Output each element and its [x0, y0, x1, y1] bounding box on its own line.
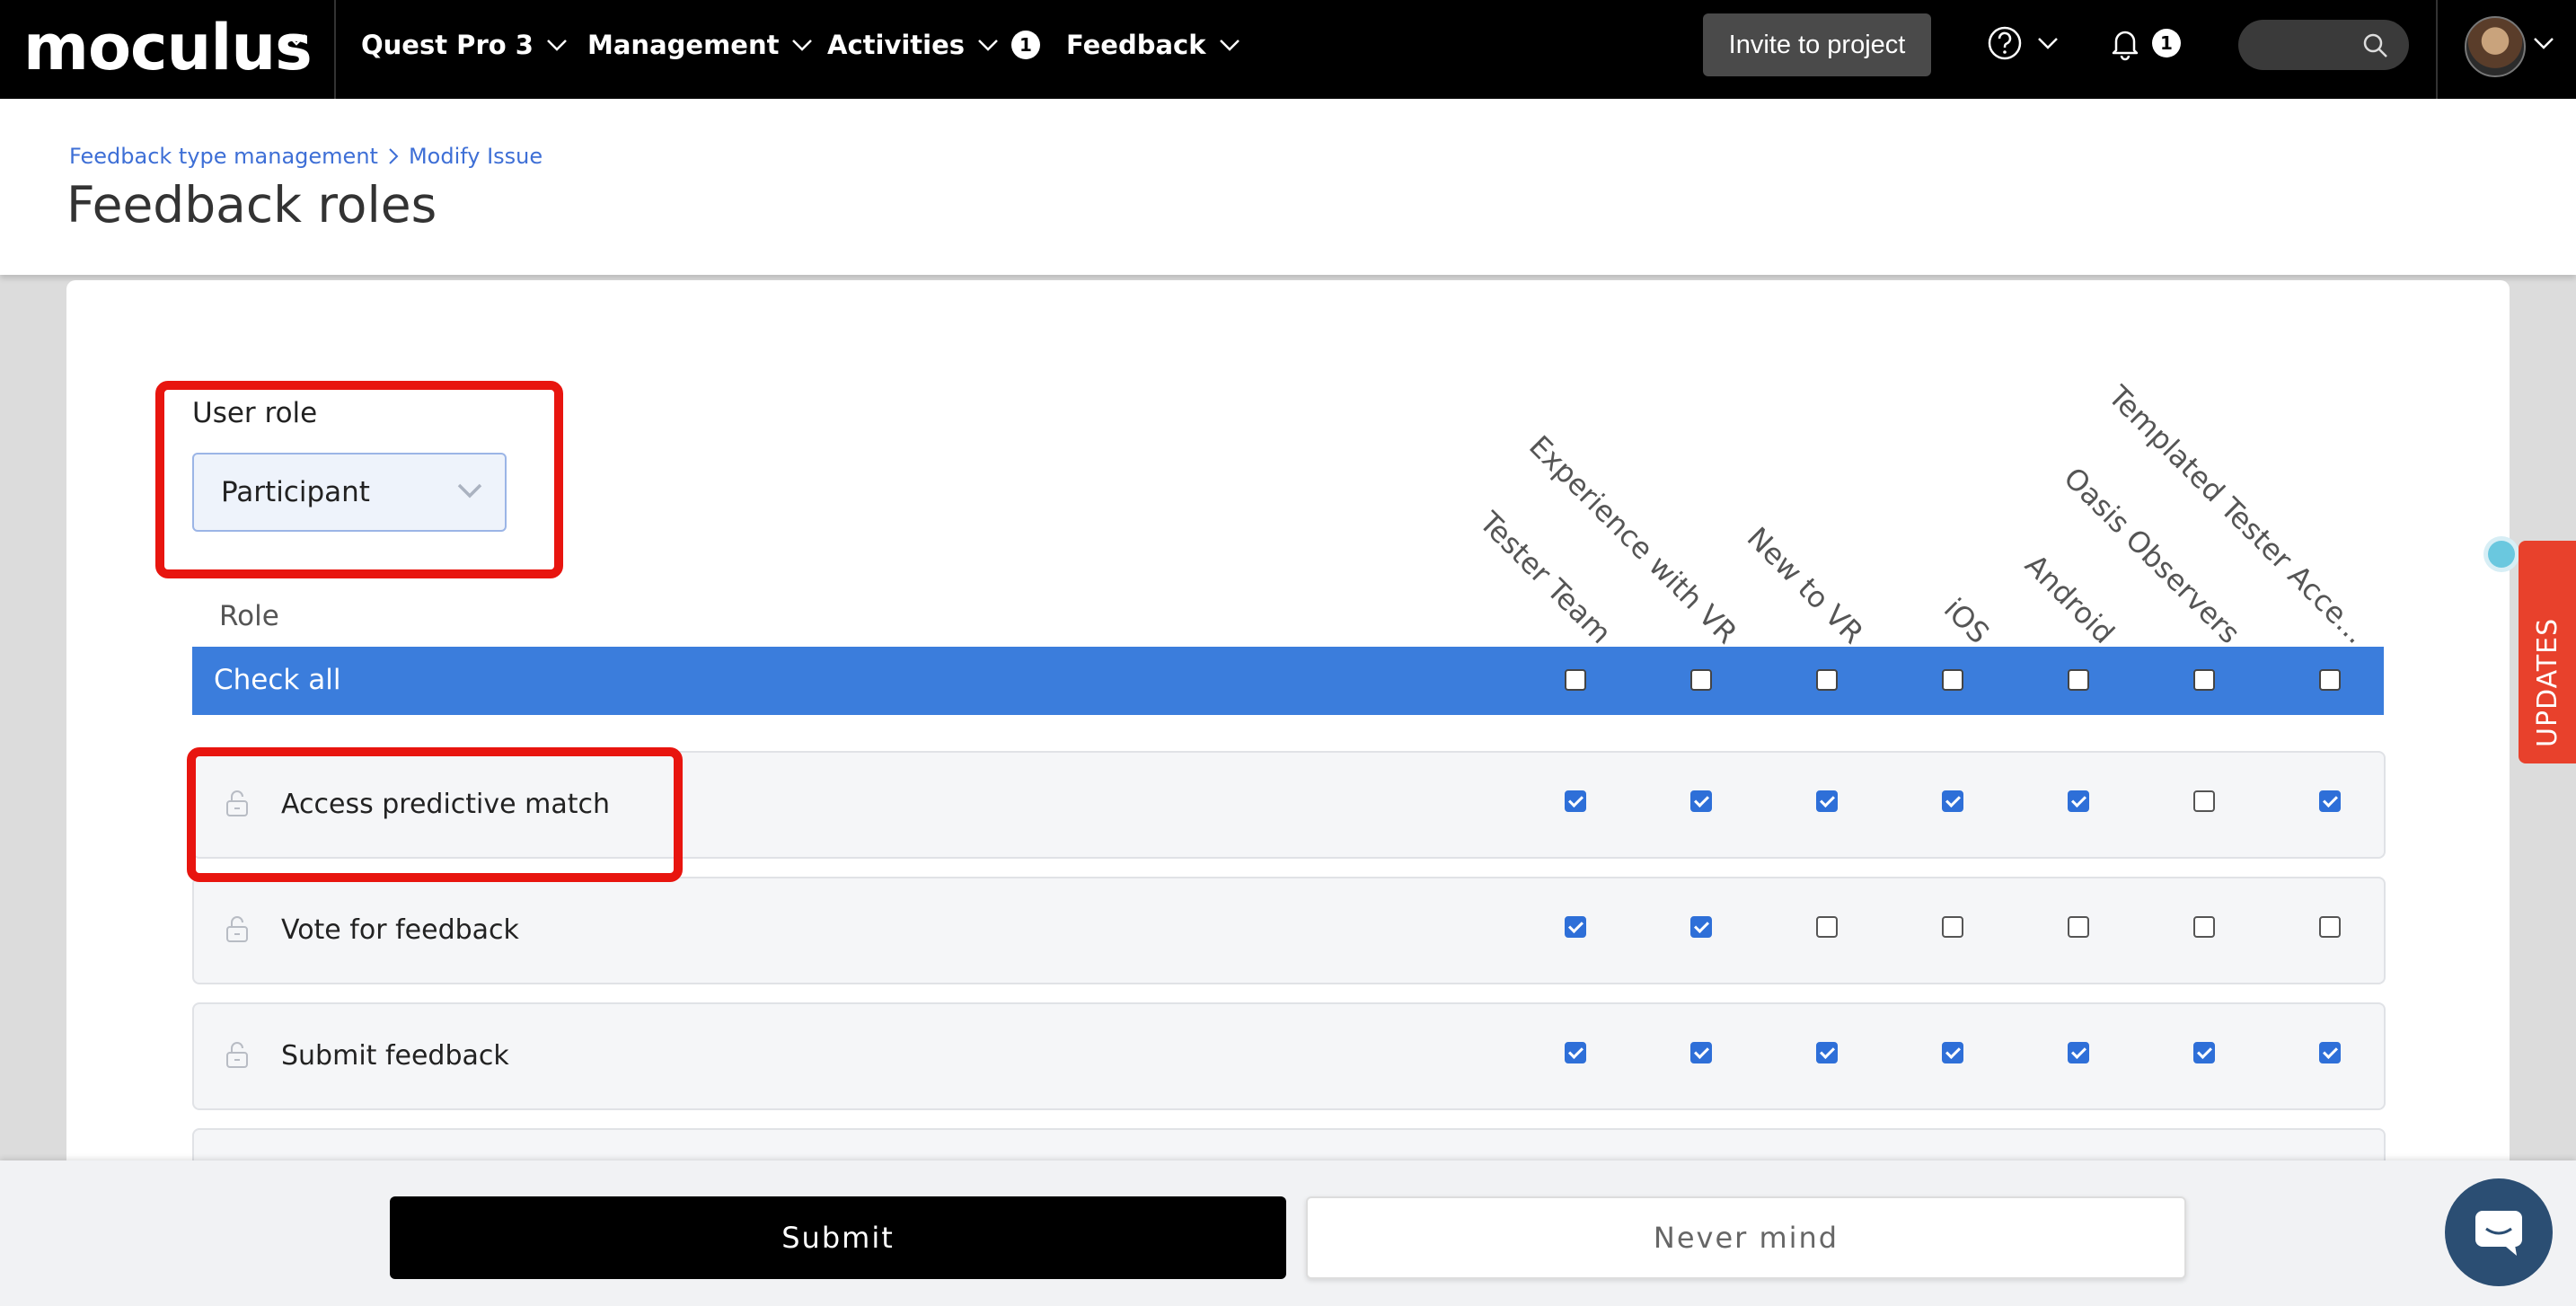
- permission-checkbox-tester-team[interactable]: [1565, 916, 1586, 938]
- logo[interactable]: moculus: [23, 7, 313, 88]
- search-icon: [2363, 33, 2387, 57]
- permission-checkbox-new-to-vr[interactable]: [1816, 790, 1838, 812]
- highlight-box: [187, 747, 683, 882]
- check-all-checkbox-templated-tester[interactable]: [2319, 669, 2341, 691]
- permission-checkbox-templated-tester[interactable]: [2319, 1042, 2341, 1063]
- nav-item-label: Activities: [827, 30, 966, 60]
- check-all-checkbox-ios[interactable]: [1942, 669, 1963, 691]
- nav-item-label: Quest Pro 3: [361, 30, 534, 60]
- check-all-checkbox-experience-with-vr[interactable]: [1690, 669, 1712, 691]
- top-navbar: moculus Quest Pro 3 Management Activitie…: [0, 0, 2576, 99]
- chat-button[interactable]: [2445, 1178, 2553, 1286]
- permission-checkbox-oasis-observers[interactable]: [2193, 916, 2215, 938]
- permission-checkbox-templated-tester[interactable]: [2319, 916, 2341, 938]
- check-all-row: Check all: [192, 647, 2384, 715]
- permission-checkbox-tester-team[interactable]: [1565, 790, 1586, 812]
- invite-to-project-button[interactable]: Invite to project: [1703, 13, 1931, 76]
- breadcrumb: Feedback type management Modify Issue: [69, 144, 543, 169]
- permission-label: Vote for feedback: [281, 914, 519, 946]
- activities-badge: 1: [1011, 31, 1041, 59]
- check-all-label: Check all: [214, 664, 341, 696]
- highlight-box: [155, 381, 563, 578]
- permission-checkbox-oasis-observers[interactable]: [2193, 790, 2215, 812]
- breadcrumb-link-modify-issue[interactable]: Modify Issue: [409, 144, 543, 169]
- permission-checkbox-ios[interactable]: [1942, 1042, 1963, 1063]
- breadcrumb-link-feedback-types[interactable]: Feedback type management: [69, 144, 378, 169]
- updates-label: UPDATES: [2531, 617, 2563, 747]
- nav-item-label: Management: [587, 30, 780, 60]
- footer-bar: Submit Never mind: [0, 1160, 2576, 1306]
- chevron-right-icon: [389, 148, 399, 164]
- permission-checkbox-ios[interactable]: [1942, 916, 1963, 938]
- check-all-checkbox-oasis-observers[interactable]: [2193, 669, 2215, 691]
- updates-tab-label: UPDATES: [2532, 525, 2563, 747]
- permission-checkbox-ios[interactable]: [1942, 790, 1963, 812]
- chevron-down-icon[interactable]: [2533, 36, 2554, 50]
- bell-icon: [2112, 31, 2139, 61]
- page-title: Feedback roles: [66, 176, 437, 234]
- check-all-checkbox-tester-team[interactable]: [1565, 669, 1586, 691]
- nav-item-activities[interactable]: Activities 1: [827, 0, 1041, 90]
- search-input[interactable]: [2238, 20, 2409, 70]
- permission-checkbox-templated-tester[interactable]: [2319, 790, 2341, 812]
- avatar[interactable]: [2465, 16, 2526, 77]
- nav-divider: [2436, 0, 2438, 99]
- permission-checkbox-experience-with-vr[interactable]: [1690, 1042, 1712, 1063]
- help-icon: [1988, 26, 2022, 60]
- status-dot: [2488, 541, 2515, 568]
- check-all-checkbox-android[interactable]: [2068, 669, 2089, 691]
- help-menu[interactable]: [1987, 25, 2059, 61]
- permission-checkbox-tester-team[interactable]: [1565, 1042, 1586, 1063]
- permission-checkbox-android[interactable]: [2068, 916, 2089, 938]
- chevron-down-icon: [2038, 38, 2058, 49]
- permission-row-submit-feedback: Submit feedback: [192, 1002, 2386, 1110]
- nav-divider: [334, 0, 336, 99]
- notifications-button[interactable]: 1: [2107, 25, 2181, 61]
- permission-checkbox-oasis-observers[interactable]: [2193, 1042, 2215, 1063]
- nav-item-project[interactable]: Quest Pro 3: [361, 0, 568, 90]
- never-mind-button[interactable]: Never mind: [1306, 1196, 2186, 1279]
- permission-row-vote-for-feedback: Vote for feedback: [192, 877, 2386, 984]
- chevron-down-icon: [547, 40, 567, 51]
- nav-item-management[interactable]: Management: [587, 0, 813, 90]
- chat-icon: [2475, 1211, 2522, 1256]
- chevron-down-icon: [978, 40, 998, 51]
- unlock-icon: [226, 1042, 248, 1068]
- permission-checkbox-experience-with-vr[interactable]: [1690, 916, 1712, 938]
- permission-checkbox-experience-with-vr[interactable]: [1690, 790, 1712, 812]
- permission-label: Submit feedback: [281, 1040, 509, 1072]
- unlock-icon: [226, 916, 248, 942]
- permission-checkbox-android[interactable]: [2068, 790, 2089, 812]
- nav-item-feedback[interactable]: Feedback: [1066, 0, 1240, 90]
- chevron-down-icon: [1219, 40, 1239, 51]
- permission-checkbox-android[interactable]: [2068, 1042, 2089, 1063]
- nav-item-label: Feedback: [1066, 30, 1206, 60]
- permission-checkbox-new-to-vr[interactable]: [1816, 916, 1838, 938]
- chevron-down-icon[interactable]: [286, 32, 307, 47]
- check-all-checkbox-new-to-vr[interactable]: [1816, 669, 1838, 691]
- permission-checkbox-new-to-vr[interactable]: [1816, 1042, 1838, 1063]
- role-column-header: Role: [219, 600, 279, 632]
- notifications-badge: 1: [2152, 29, 2181, 57]
- submit-button[interactable]: Submit: [390, 1196, 1286, 1279]
- chevron-down-icon: [792, 40, 813, 51]
- page-header: Feedback type management Modify Issue Fe…: [0, 99, 2576, 275]
